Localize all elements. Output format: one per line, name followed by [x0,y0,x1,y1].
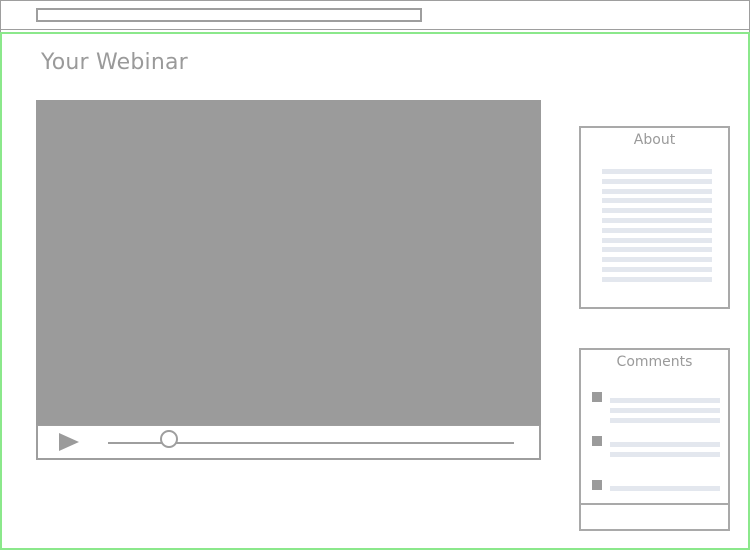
play-icon [59,433,79,451]
video-player[interactable] [36,100,541,460]
about-heading: About [633,132,676,148]
text-line [602,169,712,174]
avatar [592,436,602,446]
text-line [602,247,712,253]
progress-handle[interactable] [159,430,178,448]
comments-heading: Comments [616,354,693,370]
browser-toolbar [0,0,750,30]
comment-text-placeholder [610,486,720,496]
avatar [592,392,602,402]
text-line [602,188,712,194]
text-line [610,486,720,491]
play-button[interactable] [58,432,80,452]
text-line [602,208,712,214]
text-line [610,408,720,413]
text-line [610,452,720,457]
comment-text-placeholder [610,398,720,428]
avatar [592,480,602,490]
comments-panel: Comments [579,348,730,531]
video-screen[interactable] [36,100,541,426]
video-controls [36,425,541,460]
comment-input[interactable] [581,503,728,529]
comment-text-placeholder [610,442,720,462]
text-line [610,418,720,423]
text-line [602,257,712,263]
text-line [602,237,712,243]
text-line [602,266,712,272]
text-line [602,276,712,282]
text-line [610,442,720,447]
text-line [602,198,712,204]
text-line [610,398,720,403]
text-line [602,217,712,223]
text-line [602,227,712,233]
page-title: Your Webinar [41,50,188,75]
text-line [602,178,712,184]
about-panel: About [579,126,730,309]
about-text-placeholder [602,169,712,287]
address-bar[interactable] [36,8,422,22]
